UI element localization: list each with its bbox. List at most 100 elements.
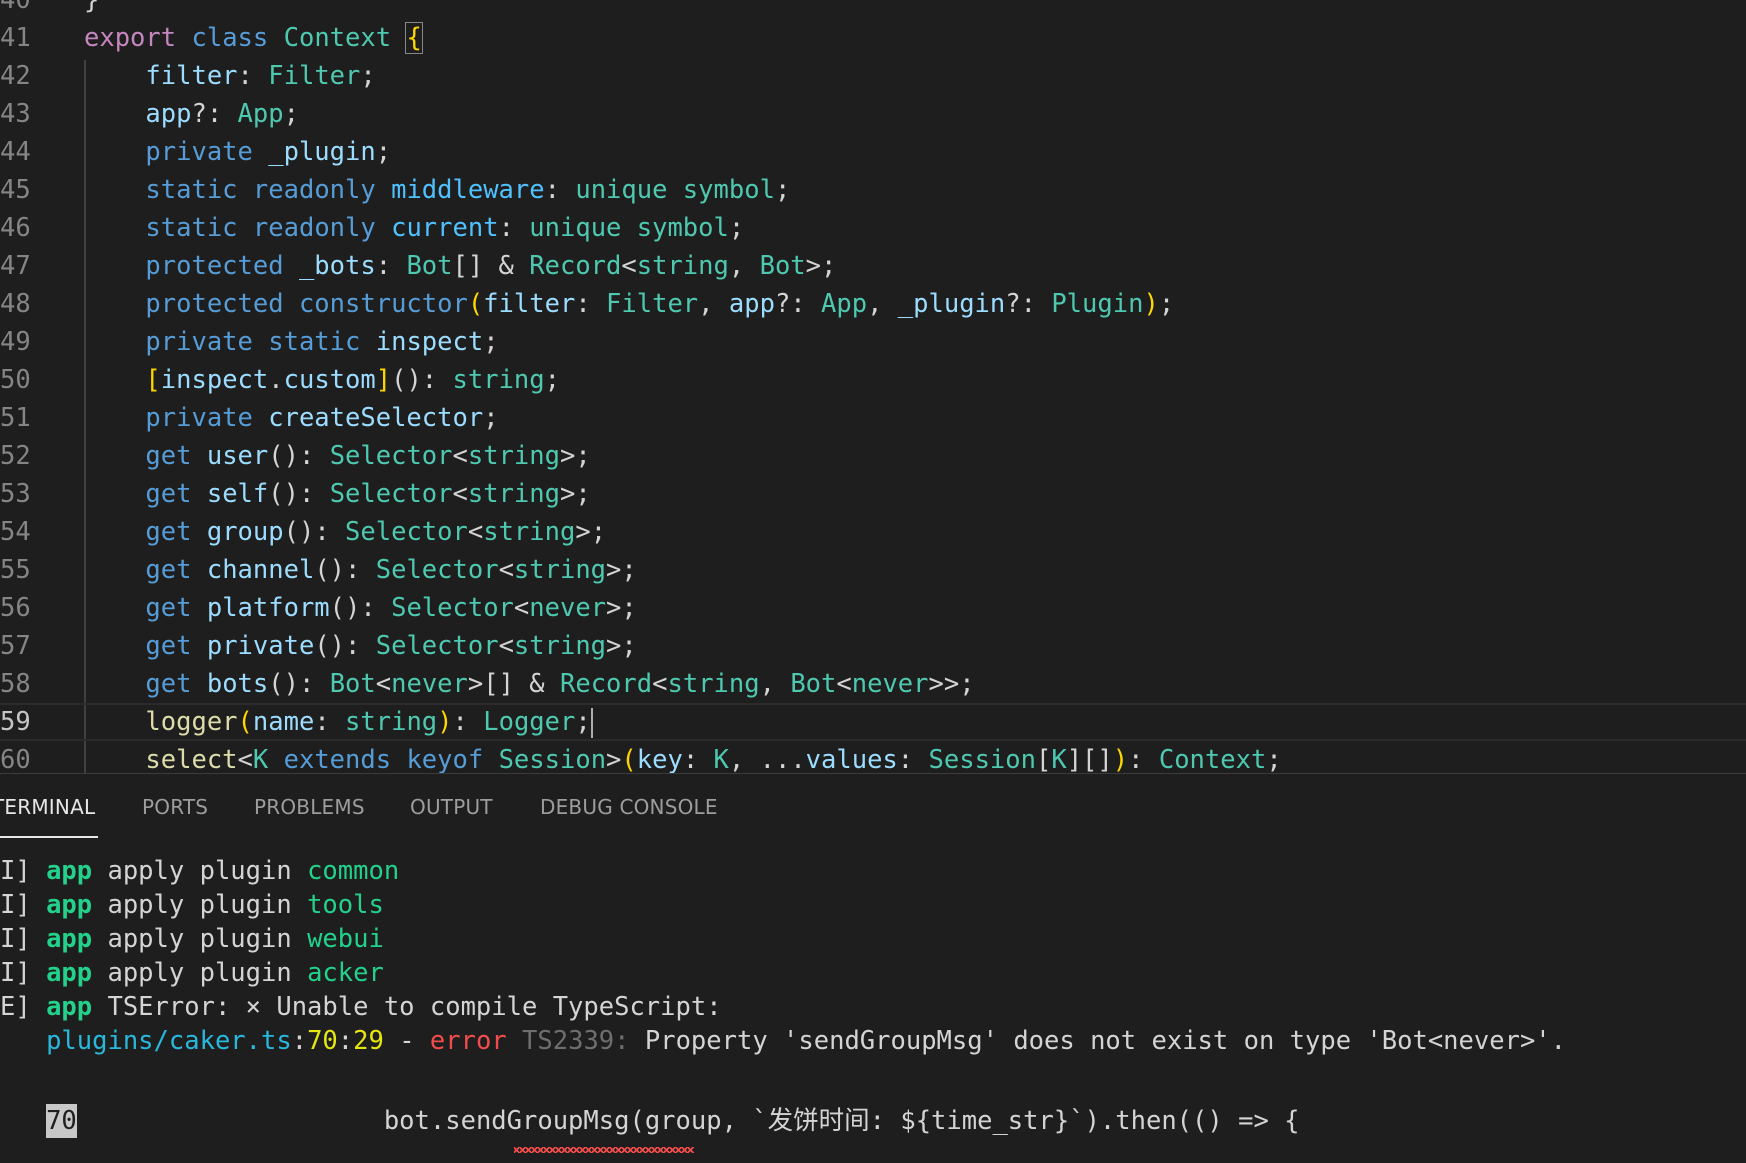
line-number: 57 (0, 631, 31, 661)
code-token: name (252, 707, 315, 737)
code-text[interactable]: get self(): Selector<string>; (84, 475, 590, 513)
code-text[interactable]: private _plugin; (84, 133, 391, 171)
code-text[interactable]: get private(): Selector<string>; (84, 627, 637, 665)
code-token: ) (1112, 745, 1129, 773)
code-text[interactable]: get bots(): Bot<never>[] & Record<string… (84, 665, 975, 703)
code-token: : (1128, 745, 1159, 773)
code-text[interactable]: private static inspect; (84, 323, 498, 361)
line-number: 44 (0, 137, 31, 167)
code-line[interactable]: 54 get group(): Selector<string>; (0, 513, 1746, 551)
code-token: private (145, 403, 253, 433)
code-token: Bot (759, 251, 806, 281)
tab-output[interactable]: OUTPUT (410, 774, 493, 840)
terminal-token: bot.sendGroupMsg(group, `发饼时间: ${time_st… (76, 1106, 1300, 1136)
code-token: filter (145, 61, 238, 91)
code-token: app (728, 289, 775, 319)
terminal-output[interactable]: I] app apply plugin common I] app apply p… (0, 854, 1746, 1154)
code-line[interactable]: 44 private _plugin; (0, 133, 1746, 171)
code-token: : (237, 61, 269, 91)
code-line[interactable]: 52 get user(): Selector<string>; (0, 437, 1746, 475)
code-line[interactable]: 60 select<K extends keyof Session>(key: … (0, 741, 1746, 773)
terminal-token: Property 'sendGroupMsg' does not exist o… (629, 1026, 1567, 1056)
code-line[interactable]: 59 logger(name: string): Logger; (0, 703, 1746, 741)
code-token: Context (283, 23, 392, 53)
code-token: Selector (329, 441, 453, 471)
code-token: < (452, 479, 468, 509)
code-token: string (345, 707, 438, 737)
code-line[interactable]: 58 get bots(): Bot<never>[] & Record<str… (0, 665, 1746, 703)
code-line[interactable]: 47 protected _bots: Bot[] & Record<strin… (0, 247, 1746, 285)
line-number: 46 (0, 213, 31, 243)
code-token: < (498, 631, 514, 661)
code-token: < (836, 669, 852, 699)
text-cursor (590, 708, 593, 738)
code-text[interactable]: private createSelector; (84, 399, 498, 437)
code-text[interactable]: protected _bots: Bot[] & Record<string, … (84, 247, 836, 285)
code-text[interactable]: export class Context { (84, 19, 423, 57)
code-text[interactable]: filter: Filter; (84, 57, 375, 95)
code-token: K (1051, 745, 1067, 773)
code-line[interactable]: 48 protected constructor(filter: Filter,… (0, 285, 1746, 323)
code-text[interactable]: get user(): Selector<string>; (84, 437, 590, 475)
line-number: 54 (0, 517, 31, 547)
code-line[interactable]: 43 app?: App; (0, 95, 1746, 133)
code-text[interactable]: protected constructor(filter: Filter, ap… (84, 285, 1174, 323)
code-line[interactable]: 40} (0, 0, 1746, 19)
code-line[interactable]: 55 get channel(): Selector<string>; (0, 551, 1746, 589)
code-token: ][] (1066, 745, 1113, 773)
code-text[interactable]: get platform(): Selector<never>; (84, 589, 636, 627)
code-line[interactable]: 42 filter: Filter; (0, 57, 1746, 95)
code-token: static (145, 213, 238, 243)
code-token: : (375, 251, 407, 281)
code-token: App (237, 99, 284, 129)
code-line[interactable]: 53 get self(): Selector<string>; (0, 475, 1746, 513)
code-token: (): (314, 555, 376, 585)
tab-ports[interactable]: PORTS (142, 774, 208, 840)
code-token: filter (483, 289, 576, 319)
code-token: Bot (406, 251, 453, 281)
code-token: readonly (252, 175, 376, 205)
code-line[interactable]: 46 static readonly current: unique symbo… (0, 209, 1746, 247)
terminal-token: TS2339: (522, 1026, 630, 1056)
terminal-token: : (291, 1026, 308, 1056)
code-text[interactable]: select<K extends keyof Session>(key: K, … (84, 741, 1281, 773)
code-text[interactable]: static readonly current: unique symbol; (84, 209, 744, 247)
code-text[interactable]: get group(): Selector<string>; (84, 513, 606, 551)
code-token: logger (145, 707, 238, 737)
tab-terminal[interactable]: TERMINAL (0, 774, 95, 840)
code-line[interactable]: 45 static readonly middleware: unique sy… (0, 171, 1746, 209)
code-text[interactable]: app?: App; (84, 95, 299, 133)
code-token: , (728, 251, 760, 281)
code-text[interactable]: get channel(): Selector<string>; (84, 551, 636, 589)
terminal-token: acker (307, 958, 384, 988)
code-text[interactable]: [inspect.custom](): string; (84, 361, 560, 399)
tab-problems[interactable]: PROBLEMS (254, 774, 365, 840)
code-line[interactable]: 57 get private(): Selector<string>; (0, 627, 1746, 665)
code-token: key (636, 745, 683, 773)
tab-debug-console[interactable]: DEBUG CONSOLE (540, 774, 718, 840)
code-line[interactable]: 41 export class Context { (0, 19, 1746, 57)
code-line[interactable]: 50 [inspect.custom](): string; (0, 361, 1746, 399)
line-number: 50 (0, 365, 31, 395)
code-text[interactable]: static readonly middleware: unique symbo… (84, 171, 790, 209)
code-text[interactable]: } (84, 0, 99, 19)
code-token: constructor (298, 289, 468, 319)
code-token: >>; (928, 669, 975, 699)
code-text[interactable]: logger(name: string): Logger; (84, 705, 593, 739)
code-token: >; (606, 631, 637, 661)
code-line[interactable]: 56 get platform(): Selector<never>; (0, 589, 1746, 627)
code-token: protected (145, 251, 284, 281)
code-line[interactable]: 51 private createSelector; (0, 399, 1746, 437)
code-editor[interactable]: 40} 41 export class Context {42 filter: Fi… (0, 0, 1746, 773)
code-line[interactable]: 49 private static inspect; (0, 323, 1746, 361)
code-token: self (206, 479, 269, 509)
code-token: ) (437, 707, 453, 737)
